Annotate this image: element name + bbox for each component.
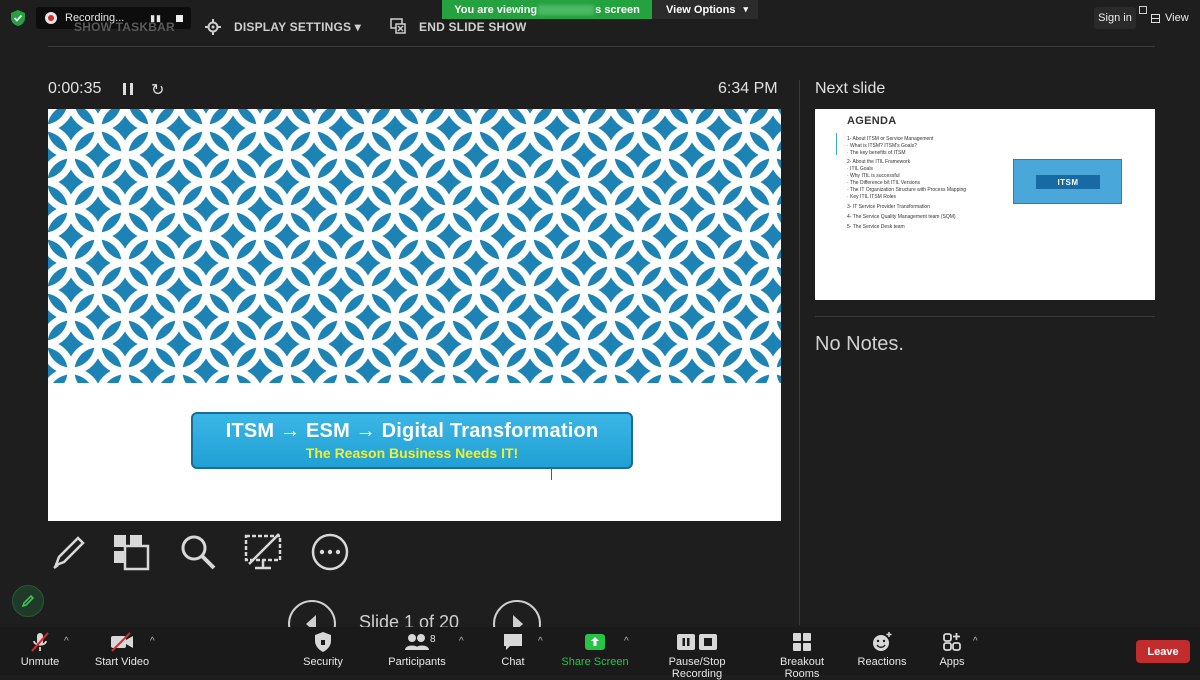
agenda-item: · Key ITIL ITSM Roles: [847, 194, 896, 200]
share-options-caret-icon[interactable]: ^: [624, 636, 629, 647]
unmute-label: Unmute: [20, 656, 60, 668]
participants-icon: [405, 634, 429, 650]
participants-label: Participants: [388, 656, 446, 668]
viewing-screen-banner: You are viewing s screen: [442, 0, 652, 19]
annotate-button[interactable]: [12, 585, 44, 617]
unmute-button[interactable]: Unmute: [18, 630, 62, 668]
end-slide-show-button[interactable]: END SLIDE SHOW: [419, 20, 526, 34]
slide-subtitle: The Reason Business Needs IT!: [305, 445, 519, 461]
share-screen-icon: [585, 634, 605, 650]
display-settings-button[interactable]: DISPLAY SETTINGS ▾: [234, 20, 361, 34]
reactions-label: Reactions: [857, 656, 907, 668]
chat-button[interactable]: Chat: [496, 630, 530, 668]
itsm-image: ITSM: [1013, 159, 1122, 204]
chat-bubble-icon: [504, 634, 522, 650]
apps-button[interactable]: Apps: [935, 630, 969, 668]
agenda-item: 4- The Service Quality Management team (…: [847, 214, 956, 220]
pencil-icon: [21, 594, 35, 608]
pause-stop-recording-icon: [677, 634, 717, 650]
zoom-icon[interactable]: [178, 532, 218, 572]
share-screen-label: Share Screen: [561, 656, 629, 668]
video-options-caret-icon[interactable]: ^: [150, 636, 155, 647]
share-screen-button[interactable]: Share Screen: [561, 630, 629, 668]
leave-button[interactable]: Leave: [1136, 640, 1190, 663]
pen-icon[interactable]: [48, 532, 88, 572]
apps-icon: [943, 633, 961, 651]
display-settings-gear-icon: [205, 19, 221, 35]
pause-stop-recording-button[interactable]: Pause/Stop Recording: [644, 630, 750, 680]
next-slide-heading: Next slide: [815, 80, 886, 97]
chevron-down-icon: ▾: [743, 4, 748, 14]
viewing-suffix: s screen: [595, 3, 640, 16]
start-video-button[interactable]: Start Video: [92, 630, 152, 668]
video-off-icon: [111, 632, 133, 652]
audio-options-caret-icon[interactable]: ^: [64, 636, 69, 647]
window-restore-icon[interactable]: [1139, 6, 1147, 14]
slide-pattern: [48, 109, 781, 383]
participants-caret-icon[interactable]: ^: [459, 636, 464, 647]
slide-title-banner: ITSM → ESM → Digital Transformation The …: [191, 412, 633, 469]
agenda-item: · What is ITSM? ITSM's Goals?: [847, 143, 917, 149]
apps-label: Apps: [939, 656, 965, 668]
view-label: View: [1165, 12, 1189, 24]
participants-count: 8: [430, 634, 436, 645]
agenda-list: 1- About ITSM or Service Management · Wh…: [847, 136, 966, 231]
reset-timer-icon[interactable]: ↻: [151, 80, 164, 100]
view-button[interactable]: View: [1148, 7, 1194, 29]
grid-view-icon: [1151, 13, 1160, 23]
agenda-item: · ITIL Goals: [847, 166, 873, 172]
redacted-name: [538, 4, 595, 15]
current-time: 6:34 PM: [718, 80, 778, 97]
agenda-item: · The IT Organization Structure with Pro…: [847, 187, 967, 193]
chat-label: Chat: [501, 656, 525, 668]
elapsed-timer: 0:00:35: [48, 80, 102, 97]
more-options-icon[interactable]: [310, 532, 350, 572]
agenda-item: · The Difference b/t ITIL Versions: [847, 180, 920, 186]
security-shield-icon: [315, 632, 331, 652]
panel-divider: [799, 80, 800, 625]
agenda-item: 2- About the ITIL Framework: [847, 159, 911, 165]
agenda-title: AGENDA: [847, 115, 897, 127]
breakout-rooms-icon: [793, 633, 811, 651]
view-options-label: View Options: [666, 3, 736, 16]
agenda-item: 3- IT Service Provider Transformation: [847, 204, 930, 210]
next-slide-thumbnail[interactable]: AGENDA 1- About ITSM or Service Manageme…: [815, 109, 1155, 300]
agenda-item: · The key benefits of ITSM: [847, 150, 906, 156]
view-options-dropdown[interactable]: View Options ▾: [652, 0, 758, 19]
notes-divider: [815, 316, 1155, 317]
security-label: Security: [303, 656, 343, 668]
slides-grid-icon[interactable]: [111, 532, 151, 572]
start-video-label: Start Video: [94, 656, 150, 668]
sign-in-button[interactable]: Sign in: [1094, 7, 1136, 29]
show-taskbar-button[interactable]: SHOW TASKBAR: [74, 20, 175, 34]
breakout-rooms-label: Breakout Rooms: [779, 656, 825, 680]
breakout-rooms-button[interactable]: Breakout Rooms: [762, 630, 842, 680]
text-cursor: [551, 469, 552, 480]
black-screen-icon[interactable]: [243, 532, 283, 572]
agenda-item: 5- The Service Desk team: [847, 224, 905, 230]
pause-stop-recording-label: Pause/Stop Recording: [668, 656, 726, 680]
divider: [48, 46, 1155, 47]
itsm-image-label: ITSM: [1036, 175, 1100, 189]
agenda-item: · Why ITIL is successful: [847, 173, 900, 179]
muted-mic-icon: [31, 632, 49, 652]
agenda-accent-bar: [836, 133, 837, 155]
reactions-emoji-icon: [873, 632, 892, 651]
shield-check-icon[interactable]: [10, 9, 26, 27]
pause-timer-icon[interactable]: [123, 83, 133, 95]
slide-title: ITSM → ESM → Digital Transformation: [225, 420, 599, 442]
reactions-button[interactable]: Reactions: [857, 630, 907, 668]
viewing-prefix: You are viewing: [454, 3, 538, 16]
end-slideshow-icon: [390, 18, 406, 34]
participants-button[interactable]: Participants: [386, 630, 448, 668]
current-slide: ITSM → ESM → Digital Transformation The …: [48, 109, 781, 521]
recording-icon: [45, 12, 57, 24]
recording-stop-button[interactable]: [176, 14, 183, 22]
chat-caret-icon[interactable]: ^: [538, 636, 543, 647]
agenda-item: 1- About ITSM or Service Management: [847, 136, 934, 142]
security-button[interactable]: Security: [300, 630, 346, 668]
speaker-notes: No Notes.: [815, 333, 904, 355]
apps-caret-icon[interactable]: ^: [973, 636, 978, 647]
